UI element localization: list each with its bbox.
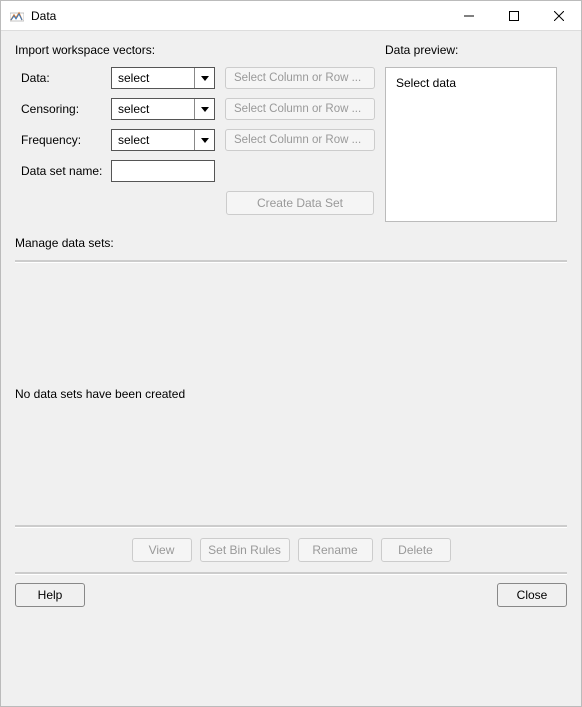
manage-body: No data sets have been created xyxy=(15,269,567,519)
divider xyxy=(15,572,567,575)
preview-box: Select data xyxy=(385,67,557,222)
data-row: Data: select Select Column or Row ... xyxy=(15,67,375,89)
frequency-row: Frequency: select Select Column or Row .… xyxy=(15,129,375,151)
manage-section: Manage data sets: No data sets have been… xyxy=(15,236,567,581)
rename-button: Rename xyxy=(298,538,373,562)
delete-button: Delete xyxy=(381,538,451,562)
create-row: Create Data Set xyxy=(15,191,375,215)
name-label: Data set name: xyxy=(15,164,111,178)
titlebar: Data xyxy=(1,1,581,31)
chevron-down-icon xyxy=(194,99,214,119)
preview-content: Select data xyxy=(396,76,456,90)
data-label: Data: xyxy=(15,71,111,85)
frequency-label: Frequency: xyxy=(15,133,111,147)
data-column-button: Select Column or Row ... xyxy=(225,67,375,89)
data-select-value: select xyxy=(112,71,194,85)
data-select[interactable]: select xyxy=(111,67,215,89)
censoring-row: Censoring: select Select Column or Row .… xyxy=(15,98,375,120)
chevron-down-icon xyxy=(194,68,214,88)
chevron-down-icon xyxy=(194,130,214,150)
divider xyxy=(15,525,567,528)
set-bin-rules-button: Set Bin Rules xyxy=(200,538,290,562)
view-button: View xyxy=(132,538,192,562)
maximize-icon xyxy=(509,11,519,21)
censoring-label: Censoring: xyxy=(15,102,111,116)
name-row: Data set name: xyxy=(15,160,375,182)
import-heading: Import workspace vectors: xyxy=(15,43,375,57)
frequency-select-value: select xyxy=(112,133,194,147)
footer: Help Close xyxy=(15,583,567,607)
window-title: Data xyxy=(31,9,446,23)
minimize-icon xyxy=(464,11,474,21)
frequency-select[interactable]: select xyxy=(111,129,215,151)
frequency-column-button: Select Column or Row ... xyxy=(225,129,375,151)
manage-empty-text: No data sets have been created xyxy=(15,387,185,401)
content-area: Import workspace vectors: Data: select S… xyxy=(1,31,581,706)
censoring-select-value: select xyxy=(112,102,194,116)
preview-heading: Data preview: xyxy=(385,43,567,57)
censoring-column-button: Select Column or Row ... xyxy=(225,98,375,120)
window-controls xyxy=(446,1,581,30)
divider xyxy=(15,260,567,263)
censoring-select[interactable]: select xyxy=(111,98,215,120)
maximize-button[interactable] xyxy=(491,1,536,30)
import-panel: Import workspace vectors: Data: select S… xyxy=(15,43,375,222)
preview-panel: Data preview: Select data xyxy=(385,43,567,222)
help-button[interactable]: Help xyxy=(15,583,85,607)
app-icon xyxy=(9,8,25,24)
action-row: View Set Bin Rules Rename Delete xyxy=(15,538,567,562)
close-button[interactable]: Close xyxy=(497,583,567,607)
close-window-button[interactable] xyxy=(536,1,581,30)
minimize-button[interactable] xyxy=(446,1,491,30)
close-icon xyxy=(554,11,564,21)
create-data-set-button: Create Data Set xyxy=(226,191,374,215)
dataset-name-input[interactable] xyxy=(111,160,215,182)
top-row: Import workspace vectors: Data: select S… xyxy=(15,43,567,222)
manage-heading: Manage data sets: xyxy=(15,236,567,250)
data-dialog-window: Data Import workspace vectors: Data: sel… xyxy=(0,0,582,707)
